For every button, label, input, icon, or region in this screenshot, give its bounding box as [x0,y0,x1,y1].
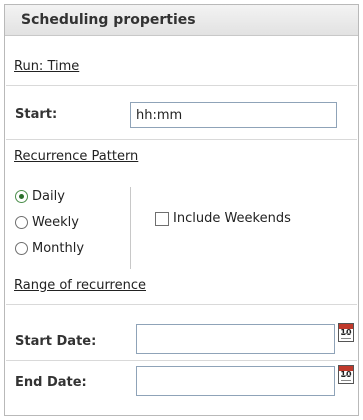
calendar-icon[interactable]: 10 [338,323,354,342]
end-date-input[interactable] [136,366,335,396]
radio-monthly-label: Monthly [32,240,85,256]
vertical-separator [130,187,131,269]
include-weekends-option[interactable]: Include Weekends [155,211,291,226]
divider [6,139,357,140]
start-date-label: Start Date: [15,334,97,349]
start-date-input[interactable] [136,324,335,354]
end-date-label: End Date: [15,375,87,390]
start-label: Start: [15,107,58,122]
scheduling-properties-panel: Scheduling properties Run: Time Start: R… [4,4,359,416]
radio-monthly[interactable]: Monthly [15,238,84,258]
recurrence-pattern-heading: Recurrence Pattern [14,149,139,164]
panel-header: Scheduling properties [5,5,358,36]
include-weekends-label: Include Weekends [173,211,291,226]
include-weekends-checkbox[interactable] [155,211,169,226]
radio-weekly-label: Weekly [32,214,79,230]
range-of-recurrence-heading: Range of recurrence [14,278,146,293]
panel-title: Scheduling properties [21,12,196,28]
divider [6,360,357,361]
radio-button[interactable] [15,215,28,229]
radio-daily[interactable]: Daily [15,186,65,206]
run-time-heading: Run: Time [14,59,80,74]
calendar-icon[interactable]: 10 [338,365,354,384]
start-time-input[interactable] [130,102,337,128]
radio-daily-label: Daily [32,188,65,204]
divider [6,85,357,86]
radio-button[interactable] [15,241,28,255]
divider [6,304,357,305]
radio-button-selected[interactable] [15,189,28,203]
radio-weekly[interactable]: Weekly [15,212,79,232]
